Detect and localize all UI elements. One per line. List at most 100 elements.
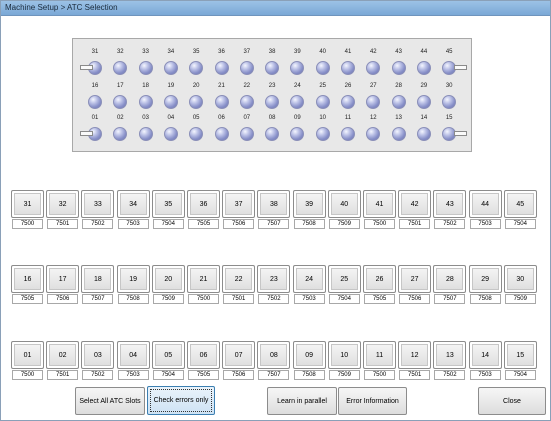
atc-slot: 01 7500 bbox=[11, 341, 44, 381]
atc-slot-button[interactable]: 21 bbox=[187, 265, 220, 293]
atc-slot-button[interactable]: 37 bbox=[222, 190, 256, 218]
magazine-pocket-number: 40 bbox=[319, 49, 327, 55]
magazine-pocket: 02 bbox=[111, 115, 129, 145]
magazine-pocket-number: 34 bbox=[167, 49, 175, 55]
atc-slot-button[interactable]: 22 bbox=[222, 265, 256, 293]
learn-in-parallel-label: Learn in parallel bbox=[277, 397, 327, 405]
close-button[interactable]: Close bbox=[478, 387, 546, 415]
atc-slot: 08 7507 bbox=[257, 341, 291, 381]
atc-slot-button[interactable]: 02 bbox=[46, 341, 80, 369]
atc-slot-value: 7506 bbox=[399, 294, 431, 304]
atc-slot: 24 7503 bbox=[292, 265, 326, 305]
atc-slot-button[interactable]: 10 bbox=[327, 341, 361, 369]
atc-slot-button[interactable]: 32 bbox=[46, 190, 80, 218]
magazine-pocket-number: 03 bbox=[142, 115, 149, 121]
atc-slot: 36 7505 bbox=[187, 190, 220, 230]
magazine-pocket: 01 bbox=[86, 115, 104, 145]
atc-slot-button[interactable]: 44 bbox=[468, 190, 502, 218]
atc-slot-button[interactable]: 25 bbox=[327, 265, 361, 293]
atc-slot-button[interactable]: 17 bbox=[46, 265, 80, 293]
learn-in-parallel-button[interactable]: Learn in parallel bbox=[267, 387, 337, 415]
atc-slot-button[interactable]: 03 bbox=[81, 341, 115, 369]
atc-slot-button[interactable]: 15 bbox=[503, 341, 537, 369]
tool-ball-icon bbox=[239, 95, 254, 109]
atc-slot-button[interactable]: 01 bbox=[11, 341, 44, 369]
atc-slot-button[interactable]: 38 bbox=[257, 190, 291, 218]
magazine-pocket: 06 bbox=[213, 115, 231, 145]
atc-slot-button[interactable]: 16 bbox=[11, 265, 44, 293]
magazine-pocket: 25 bbox=[314, 83, 332, 113]
tool-ball-icon bbox=[239, 61, 254, 75]
magazine-pocket-number: 16 bbox=[91, 83, 99, 89]
error-information-button[interactable]: Error Information bbox=[338, 387, 407, 415]
atc-slot-value: 7500 bbox=[12, 219, 43, 229]
atc-slot-button[interactable]: 19 bbox=[116, 265, 150, 293]
atc-slot-value: 7501 bbox=[47, 219, 79, 229]
atc-slot-button[interactable]: 12 bbox=[398, 341, 432, 369]
atc-slot: 15 7504 bbox=[503, 341, 537, 381]
atc-slot-value: 7504 bbox=[152, 370, 184, 380]
atc-slot-button[interactable]: 45 bbox=[503, 190, 537, 218]
tool-ball-icon bbox=[214, 127, 229, 141]
atc-slot-button[interactable]: 42 bbox=[398, 190, 432, 218]
tool-ball-icon bbox=[113, 95, 128, 109]
magazine-pocket-number: 19 bbox=[167, 83, 175, 89]
tool-ball-icon bbox=[416, 127, 431, 141]
atc-slot-button[interactable]: 29 bbox=[468, 265, 502, 293]
atc-slot-button[interactable]: 34 bbox=[116, 190, 150, 218]
atc-slot-button[interactable]: 35 bbox=[151, 190, 185, 218]
atc-slot-button[interactable]: 14 bbox=[468, 341, 502, 369]
atc-slot: 42 7501 bbox=[398, 190, 432, 230]
atc-slot-button[interactable]: 20 bbox=[151, 265, 185, 293]
magazine-pocket-number: 27 bbox=[369, 83, 377, 89]
atc-slot-button[interactable]: 26 bbox=[363, 265, 396, 293]
atc-slot-value: 7508 bbox=[469, 294, 501, 304]
atc-slot-button[interactable]: 09 bbox=[292, 341, 326, 369]
atc-slot-button[interactable]: 11 bbox=[363, 341, 396, 369]
atc-slot-button[interactable]: 36 bbox=[187, 190, 220, 218]
atc-slot-value: 7504 bbox=[504, 370, 536, 380]
magazine-pocket-number: 18 bbox=[142, 83, 149, 89]
atc-slot-button[interactable]: 27 bbox=[398, 265, 432, 293]
magazine-pocket-number: 23 bbox=[268, 83, 276, 89]
atc-slot-button[interactable]: 06 bbox=[187, 341, 220, 369]
atc-slot-button[interactable]: 31 bbox=[11, 190, 44, 218]
magazine-arm-right-top bbox=[454, 65, 467, 70]
atc-slot-button[interactable]: 43 bbox=[433, 190, 467, 218]
magazine-pocket: 30 bbox=[440, 83, 458, 113]
magazine-pocket-number: 45 bbox=[445, 49, 453, 55]
atc-slot-value: 7505 bbox=[12, 294, 43, 304]
tool-ball-icon bbox=[214, 61, 229, 75]
atc-slot-button[interactable]: 40 bbox=[327, 190, 361, 218]
magazine-pocket-number: 09 bbox=[294, 115, 301, 121]
magazine-arm-left-top bbox=[80, 65, 93, 70]
atc-slot-button[interactable]: 39 bbox=[292, 190, 326, 218]
atc-slot-button[interactable]: 05 bbox=[151, 341, 185, 369]
atc-slot: 22 7501 bbox=[222, 265, 256, 305]
magazine-pocket-number: 25 bbox=[319, 83, 327, 89]
atc-slot-button[interactable]: 08 bbox=[257, 341, 291, 369]
atc-slot-button[interactable]: 41 bbox=[363, 190, 396, 218]
magazine-top-row: 31 32 33 34 35 36 37 38 39 40 41 42 43 44 45 bbox=[73, 49, 473, 79]
atc-slot-button[interactable]: 18 bbox=[81, 265, 115, 293]
tool-ball-icon bbox=[290, 61, 305, 75]
atc-slot-button[interactable]: 24 bbox=[292, 265, 326, 293]
atc-slot: 18 7507 bbox=[81, 265, 115, 305]
tool-ball-icon bbox=[366, 95, 381, 109]
atc-slot-button[interactable]: 23 bbox=[257, 265, 291, 293]
atc-slot: 07 7506 bbox=[222, 341, 256, 381]
magazine-pocket-number: 21 bbox=[218, 83, 225, 89]
atc-slot-value: 7508 bbox=[293, 370, 325, 380]
check-errors-only-button[interactable]: Check errors only bbox=[147, 386, 215, 415]
atc-slot-button[interactable]: 07 bbox=[222, 341, 256, 369]
atc-slot-value: 7507 bbox=[434, 294, 466, 304]
atc-slot-button[interactable]: 13 bbox=[433, 341, 467, 369]
title-bar: Machine Setup > ATC Selection bbox=[1, 1, 550, 16]
atc-slot-button[interactable]: 33 bbox=[81, 190, 115, 218]
magazine-pocket: 04 bbox=[162, 115, 180, 145]
select-all-slots-button[interactable]: Select All ATC Slots bbox=[75, 387, 145, 415]
atc-slot-button[interactable]: 28 bbox=[433, 265, 467, 293]
atc-slot-button[interactable]: 30 bbox=[503, 265, 537, 293]
atc-slot: 30 7509 bbox=[503, 265, 537, 305]
atc-slot-button[interactable]: 04 bbox=[116, 341, 150, 369]
